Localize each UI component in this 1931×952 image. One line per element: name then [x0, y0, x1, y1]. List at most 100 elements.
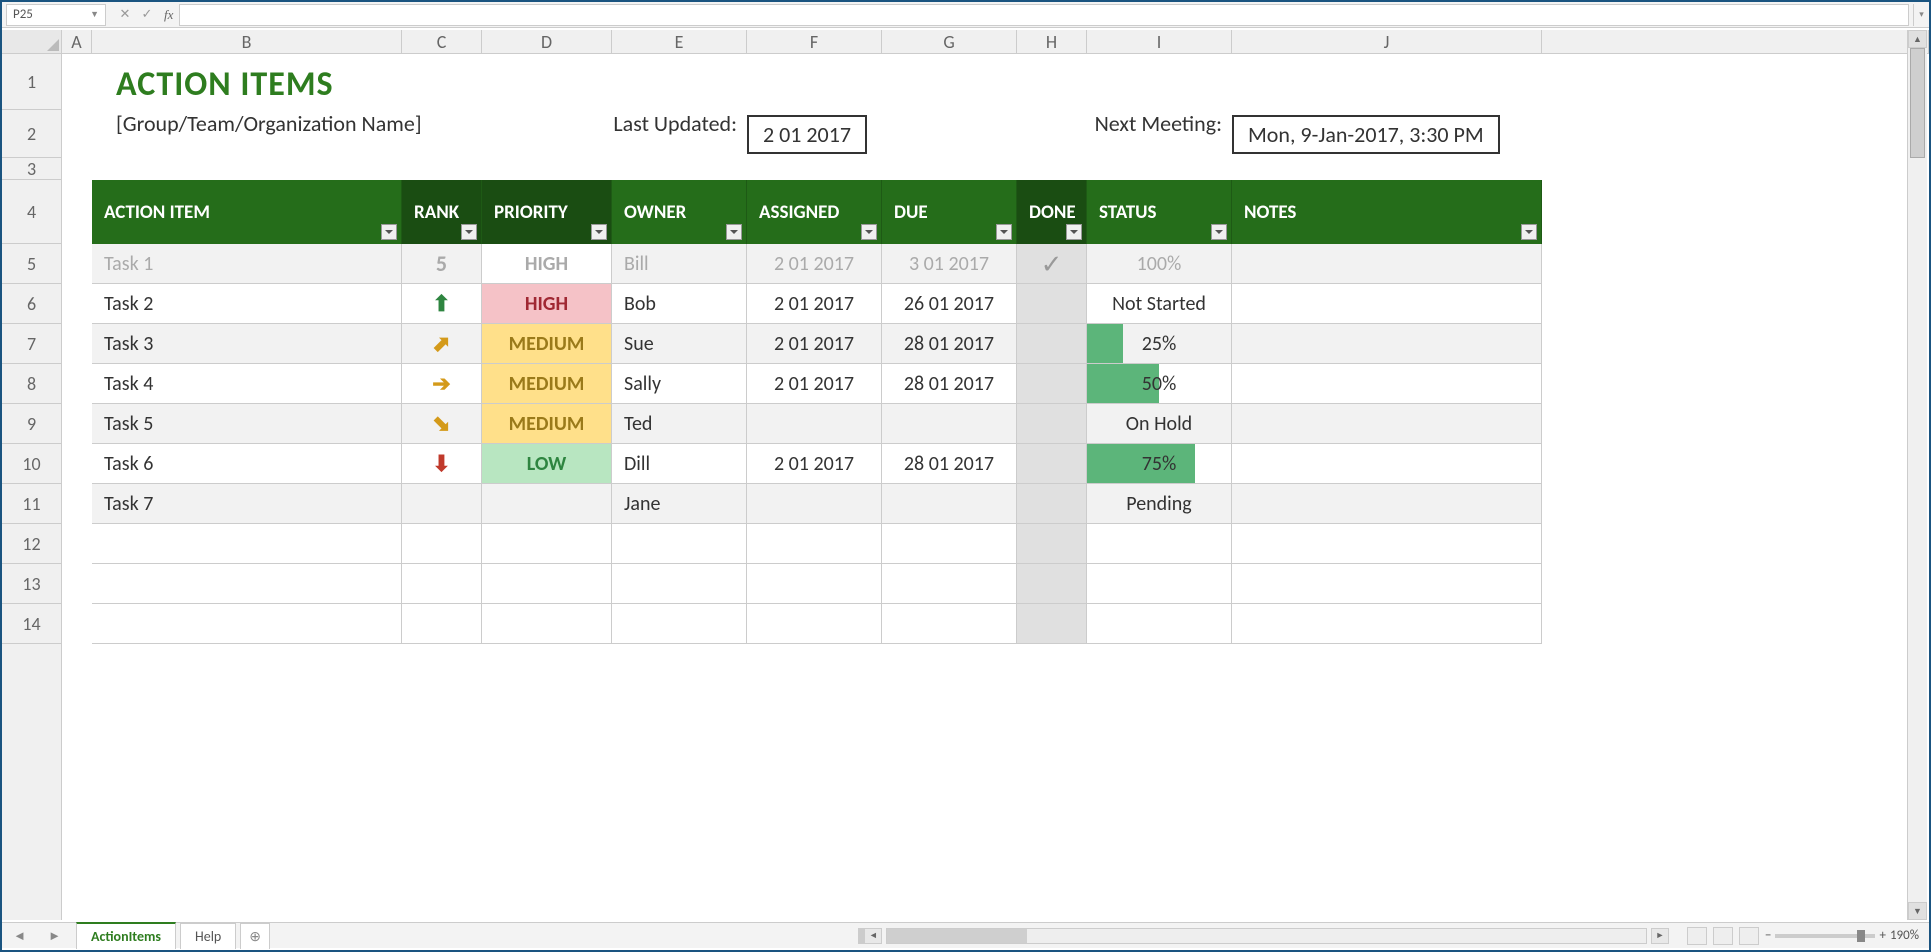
cell-status[interactable]: Pending: [1087, 484, 1232, 524]
row-header-6[interactable]: 6: [2, 284, 61, 324]
filter-icon[interactable]: [461, 224, 477, 240]
row-header-2[interactable]: 2: [2, 110, 61, 158]
cell-owner[interactable]: Ted: [612, 404, 747, 444]
scroll-up-icon[interactable]: ▲: [1908, 30, 1927, 48]
cell-empty[interactable]: [482, 524, 612, 564]
column-header-H[interactable]: H: [1017, 30, 1087, 53]
cell-empty[interactable]: [402, 564, 482, 604]
cell-due[interactable]: 28 01 2017: [882, 364, 1017, 404]
cell-empty[interactable]: [747, 564, 882, 604]
cell-assigned[interactable]: 2 01 2017: [747, 324, 882, 364]
view-break-icon[interactable]: [1739, 927, 1759, 945]
cell-done[interactable]: [1017, 444, 1087, 484]
filter-icon[interactable]: [996, 224, 1012, 240]
cell-empty[interactable]: [402, 524, 482, 564]
cell-empty[interactable]: [92, 564, 402, 604]
cell-priority[interactable]: MEDIUM: [482, 404, 612, 444]
row-header-10[interactable]: 10: [2, 444, 61, 484]
cell-done[interactable]: [1017, 404, 1087, 444]
cell-status[interactable]: On Hold: [1087, 404, 1232, 444]
zoom-control[interactable]: − + 190%: [1765, 928, 1919, 943]
cell-due[interactable]: [882, 404, 1017, 444]
cell-notes[interactable]: [1232, 404, 1542, 444]
cell-action-item[interactable]: Task 2: [92, 284, 402, 324]
cell-priority[interactable]: HIGH: [482, 284, 612, 324]
scroll-thumb[interactable]: [1910, 48, 1925, 158]
scroll-right-icon[interactable]: ►: [1651, 928, 1669, 944]
filter-icon[interactable]: [381, 224, 397, 240]
fx-icon[interactable]: fx: [164, 7, 173, 23]
header-notes[interactable]: NOTES: [1232, 180, 1542, 244]
column-header-C[interactable]: C: [402, 30, 482, 53]
cell-rank[interactable]: ➔: [402, 364, 482, 404]
cell-status[interactable]: Not Started: [1087, 284, 1232, 324]
cell-action-item[interactable]: Task 6: [92, 444, 402, 484]
cell-due[interactable]: 26 01 2017: [882, 284, 1017, 324]
cell-empty[interactable]: [1017, 564, 1087, 604]
header-rank[interactable]: RANK: [402, 180, 482, 244]
row-header-8[interactable]: 8: [2, 364, 61, 404]
cell-empty[interactable]: [882, 564, 1017, 604]
row-header-9[interactable]: 9: [2, 404, 61, 444]
filter-icon[interactable]: [1211, 224, 1227, 240]
filter-icon[interactable]: [591, 224, 607, 240]
cell-empty[interactable]: [1087, 564, 1232, 604]
cell-done[interactable]: [1017, 284, 1087, 324]
cell-notes[interactable]: [1232, 484, 1542, 524]
column-header-E[interactable]: E: [612, 30, 747, 53]
row-header-3[interactable]: 3: [2, 158, 61, 180]
name-box[interactable]: P25 ▼: [6, 4, 106, 26]
cell-action-item[interactable]: Task 1: [92, 244, 402, 284]
last-updated-value[interactable]: 2 01 2017: [747, 115, 867, 154]
cell-rank[interactable]: ⬆: [402, 284, 482, 324]
cell-owner[interactable]: Sally: [612, 364, 747, 404]
cell-assigned[interactable]: 2 01 2017: [747, 244, 882, 284]
view-layout-icon[interactable]: [1713, 927, 1733, 945]
cell-owner[interactable]: Dill: [612, 444, 747, 484]
cell-rank[interactable]: 5: [402, 244, 482, 284]
cell-notes[interactable]: [1232, 284, 1542, 324]
cell-rank[interactable]: ⬇: [402, 444, 482, 484]
cells-area[interactable]: ACTION ITEMS[Group/Team/Organization Nam…: [62, 54, 1929, 920]
cell-empty[interactable]: [1232, 604, 1542, 644]
tab-help[interactable]: Help: [180, 923, 236, 949]
cell-priority[interactable]: LOW: [482, 444, 612, 484]
scroll-left-icon[interactable]: ◄: [864, 928, 882, 944]
cell-assigned[interactable]: [747, 484, 882, 524]
cell-empty[interactable]: [882, 604, 1017, 644]
row-header-11[interactable]: 11: [2, 484, 61, 524]
cell-notes[interactable]: [1232, 244, 1542, 284]
row-header-12[interactable]: 12: [2, 524, 61, 564]
cell-empty[interactable]: [1087, 604, 1232, 644]
next-meeting-value[interactable]: Mon, 9-Jan-2017, 3:30 PM: [1232, 115, 1500, 154]
cell-empty[interactable]: [612, 604, 747, 644]
column-header-F[interactable]: F: [747, 30, 882, 53]
cell-priority[interactable]: HIGH: [482, 244, 612, 284]
filter-icon[interactable]: [726, 224, 742, 240]
formula-input[interactable]: [179, 4, 1909, 26]
cell-empty[interactable]: [1232, 524, 1542, 564]
chevron-down-icon[interactable]: ▼: [90, 9, 99, 20]
cell-owner[interactable]: Bob: [612, 284, 747, 324]
header-action_item[interactable]: ACTION ITEM: [92, 180, 402, 244]
prev-sheet-icon[interactable]: ◄: [2, 928, 37, 944]
header-due[interactable]: DUE: [882, 180, 1017, 244]
cell-done[interactable]: ✓: [1017, 244, 1087, 284]
cell-action-item[interactable]: Task 7: [92, 484, 402, 524]
cell-done[interactable]: [1017, 324, 1087, 364]
cell-priority[interactable]: [482, 484, 612, 524]
cell-empty[interactable]: [747, 524, 882, 564]
header-owner[interactable]: OWNER: [612, 180, 747, 244]
filter-icon[interactable]: [1066, 224, 1082, 240]
row-header-1[interactable]: 1: [2, 54, 61, 110]
row-header-5[interactable]: 5: [2, 244, 61, 284]
cell-rank[interactable]: ⬊: [402, 404, 482, 444]
zoom-in-icon[interactable]: +: [1879, 928, 1885, 943]
cell-due[interactable]: [882, 484, 1017, 524]
column-header-D[interactable]: D: [482, 30, 612, 53]
cell-empty[interactable]: [612, 524, 747, 564]
tab-actionitems[interactable]: ActionItems: [76, 922, 176, 949]
cell-status[interactable]: 25%: [1087, 324, 1232, 364]
cell-notes[interactable]: [1232, 364, 1542, 404]
cell-notes[interactable]: [1232, 324, 1542, 364]
